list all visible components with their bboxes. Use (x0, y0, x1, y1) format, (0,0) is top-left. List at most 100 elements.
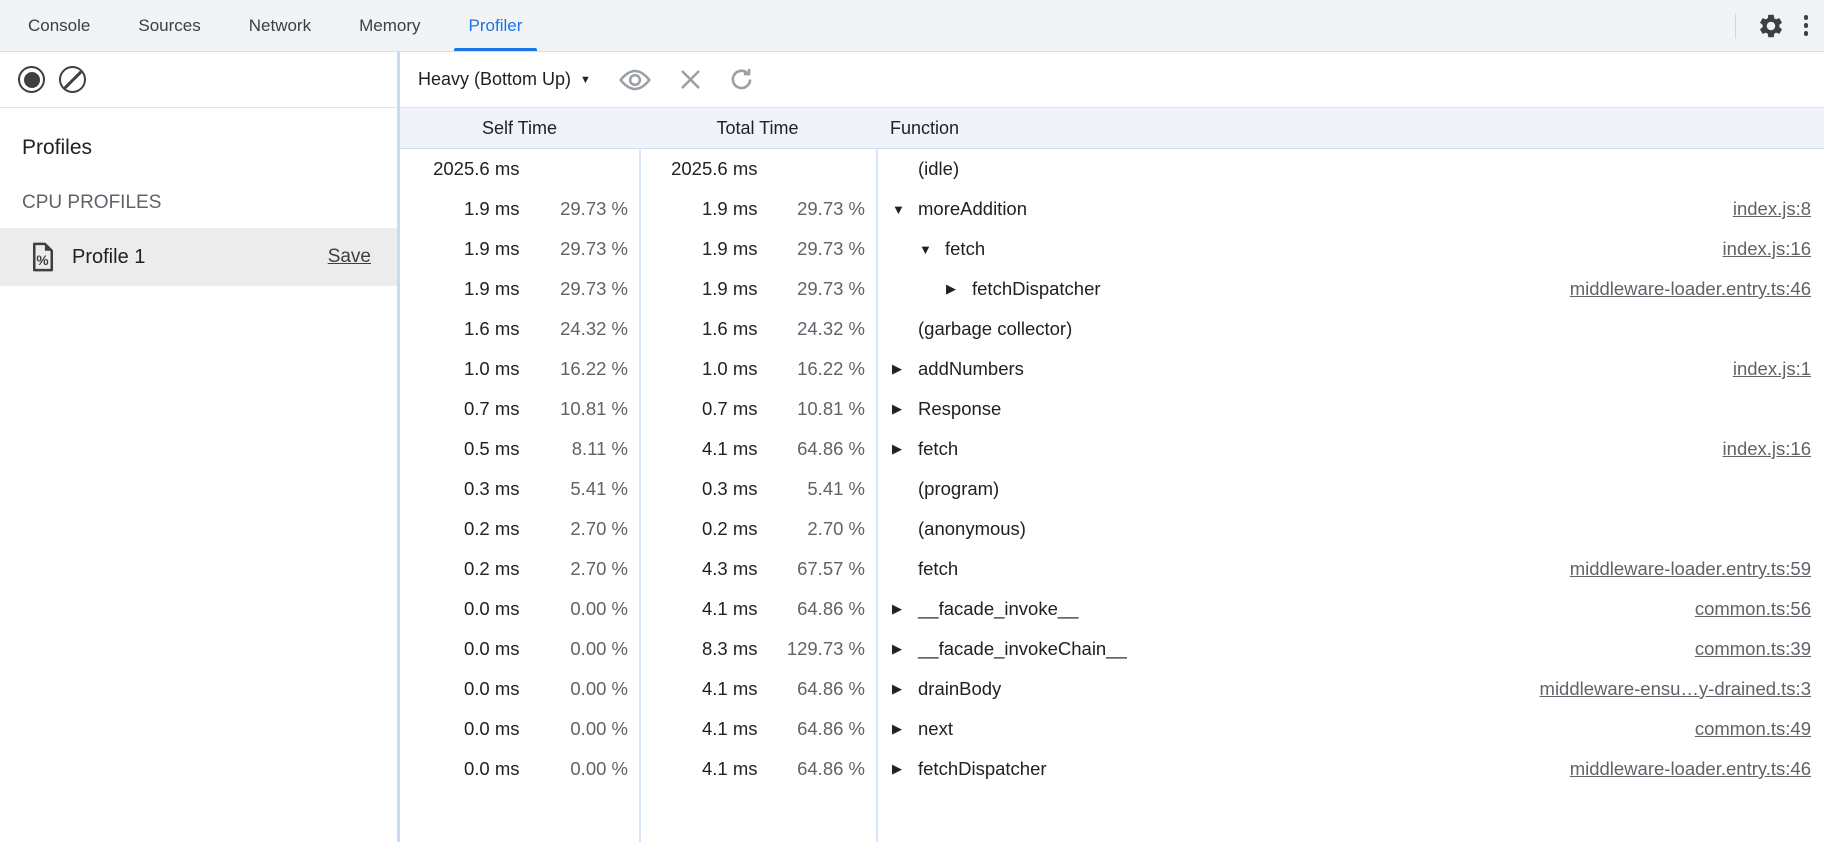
settings-button[interactable] (1754, 9, 1788, 43)
column-header-total-time[interactable]: Total Time (639, 118, 876, 139)
function-name: fetch (918, 558, 958, 580)
total-time-cell: 1.6 ms24.32 % (639, 318, 876, 340)
profile-data-grid: Self Time Total Time Function 2025.6 ms2… (400, 108, 1824, 842)
function-cell: ▶addNumbersindex.js:1 (876, 358, 1824, 380)
table-row[interactable]: 0.2 ms2.70 %0.2 ms2.70 %(anonymous) (400, 509, 1824, 549)
source-link[interactable]: middleware-loader.entry.ts:46 (1550, 758, 1824, 780)
function-name: drainBody (918, 678, 1001, 700)
tab-network[interactable]: Network (225, 0, 335, 51)
self-time-ms: 0.0 ms (400, 678, 520, 700)
self-time-percent: 29.73 % (520, 238, 640, 260)
total-time-cell: 0.3 ms5.41 % (639, 478, 876, 500)
total-time-ms: 2025.6 ms (639, 158, 758, 180)
self-time-cell: 1.0 ms16.22 % (400, 358, 639, 380)
total-time-cell: 1.9 ms29.73 % (639, 238, 876, 260)
tab-console[interactable]: Console (4, 0, 114, 51)
total-time-cell: 2025.6 ms (639, 158, 876, 180)
total-time-percent: 16.22 % (758, 358, 877, 380)
disclosure-collapsed-icon[interactable]: ▶ (892, 761, 918, 777)
self-time-ms: 1.0 ms (400, 358, 520, 380)
record-button[interactable] (18, 66, 45, 93)
total-time-ms: 4.1 ms (639, 438, 758, 460)
table-row[interactable]: 0.0 ms0.00 %4.1 ms64.86 % ▶drainBody middl… (400, 669, 1824, 709)
table-row[interactable]: 0.7 ms10.81 %0.7 ms10.81 %▶Response (400, 389, 1824, 429)
disclosure-collapsed-icon[interactable]: ▶ (892, 361, 918, 377)
function-cell: (anonymous) (876, 518, 1824, 540)
self-time-cell: 1.9 ms29.73 % (400, 198, 639, 220)
table-row[interactable]: 0.0 ms0.00 %4.1 ms64.86 %▶fetchDispatche… (400, 749, 1824, 789)
tab-sources[interactable]: Sources (114, 0, 224, 51)
tab-profiler[interactable]: Profiler (445, 0, 547, 51)
source-link[interactable]: common.ts:39 (1675, 638, 1824, 660)
source-link[interactable]: common.ts:56 (1675, 598, 1824, 620)
disclosure-collapsed-icon[interactable]: ▶ (892, 601, 918, 617)
disclosure-collapsed-icon[interactable]: ▶ (892, 441, 918, 457)
exclude-function-button[interactable] (679, 68, 702, 91)
function-cell: ▶__facade_invoke__common.ts:56 (876, 598, 1824, 620)
table-row[interactable]: 0.3 ms5.41 %0.3 ms5.41 %(program) (400, 469, 1824, 509)
focus-function-button[interactable] (617, 68, 653, 92)
function-cell: ▼fetchindex.js:16 (876, 238, 1824, 260)
table-row[interactable]: 0.2 ms2.70 %4.3 ms67.57 %fetchmiddleware… (400, 549, 1824, 589)
total-time-percent: 64.86 % (758, 598, 877, 620)
disclosure-collapsed-icon[interactable]: ▶ (892, 721, 918, 737)
disclosure-collapsed-icon[interactable]: ▶ (946, 281, 972, 297)
disclosure-collapsed-icon[interactable]: ▶ (892, 681, 918, 697)
total-time-cell: 1.0 ms16.22 % (639, 358, 876, 380)
self-time-percent: 0.00 % (520, 678, 640, 700)
cpu-profiles-section-label: CPU PROFILES (22, 192, 397, 214)
column-header-function[interactable]: Function (876, 118, 1824, 139)
x-icon (679, 68, 702, 91)
disclosure-expanded-icon[interactable]: ▼ (892, 202, 918, 217)
self-time-percent: 16.22 % (520, 358, 640, 380)
source-link[interactable]: middleware-ensu…y-drained.ts:3 (1520, 678, 1824, 700)
save-profile-link[interactable]: Save (328, 246, 371, 268)
disclosure-expanded-icon[interactable]: ▼ (919, 242, 945, 257)
clear-all-profiles-button[interactable] (59, 66, 86, 93)
table-row[interactable]: 1.6 ms24.32 %1.6 ms24.32 %(garbage colle… (400, 309, 1824, 349)
source-link[interactable]: index.js:1 (1713, 358, 1824, 380)
tab-memory[interactable]: Memory (335, 0, 444, 51)
function-cell: ▶next common.ts:49 (876, 718, 1824, 740)
total-time-percent (758, 158, 877, 180)
profiles-sidebar: Profiles CPU PROFILES % Profile 1 Save (0, 52, 400, 842)
table-row[interactable]: 1.9 ms29.73 %1.9 ms29.73 %▼moreAdditioni… (400, 189, 1824, 229)
source-link[interactable]: index.js:16 (1703, 238, 1824, 260)
table-row[interactable]: 0.0 ms0.00 %8.3 ms129.73 %▶__facade_invo… (400, 629, 1824, 669)
total-time-cell: 4.3 ms67.57 % (639, 558, 876, 580)
total-time-percent: 64.86 % (758, 678, 877, 700)
restore-functions-button[interactable] (728, 66, 755, 93)
function-name: next (918, 718, 953, 740)
source-link[interactable]: index.js:8 (1713, 198, 1824, 220)
self-time-cell: 0.0 ms0.00 % (400, 718, 639, 740)
source-link[interactable]: middleware-loader.entry.ts:46 (1550, 278, 1824, 300)
disclosure-collapsed-icon[interactable]: ▶ (892, 641, 918, 657)
self-time-ms: 1.9 ms (400, 198, 520, 220)
source-link[interactable]: middleware-loader.entry.ts:59 (1550, 558, 1824, 580)
table-row[interactable]: 0.0 ms0.00 %4.1 ms64.86 %▶__facade_invok… (400, 589, 1824, 629)
table-row[interactable]: 1.0 ms16.22 %1.0 ms16.22 %▶addNumbersind… (400, 349, 1824, 389)
column-header-self-time[interactable]: Self Time (400, 118, 639, 139)
total-time-ms: 1.9 ms (639, 238, 758, 260)
total-time-percent: 64.86 % (758, 758, 877, 780)
function-name: fetch (918, 438, 958, 460)
table-row[interactable]: 0.0 ms0.00 %4.1 ms64.86 %▶nextcommon.ts:… (400, 709, 1824, 749)
total-time-ms: 4.1 ms (639, 678, 758, 700)
table-row[interactable]: 0.5 ms8.11 %4.1 ms64.86 %▶fetchindex.js:… (400, 429, 1824, 469)
self-time-percent: 0.00 % (520, 638, 640, 660)
disclosure-collapsed-icon[interactable]: ▶ (892, 401, 918, 417)
sidebar-item-profile-1[interactable]: % Profile 1 Save (0, 228, 397, 286)
total-time-ms: 4.1 ms (639, 598, 758, 620)
table-row[interactable]: 1.9 ms29.73 %1.9 ms29.73 %▶fetchDispatch… (400, 269, 1824, 309)
table-row[interactable]: 1.9 ms29.73 %1.9 ms29.73 %▼fetchindex.js… (400, 229, 1824, 269)
source-link[interactable]: index.js:16 (1703, 438, 1824, 460)
view-mode-dropdown[interactable]: Heavy (Bottom Up) ▼ (418, 69, 591, 90)
total-time-percent: 5.41 % (758, 478, 877, 500)
self-time-percent: 29.73 % (520, 278, 640, 300)
table-row[interactable]: 2025.6 ms2025.6 ms(idle) (400, 149, 1824, 189)
self-time-percent: 29.73 % (520, 198, 640, 220)
source-link[interactable]: common.ts:49 (1675, 718, 1824, 740)
self-time-cell: 0.7 ms10.81 % (400, 398, 639, 420)
more-options-button[interactable] (1804, 15, 1809, 36)
total-time-ms: 4.1 ms (639, 758, 758, 780)
